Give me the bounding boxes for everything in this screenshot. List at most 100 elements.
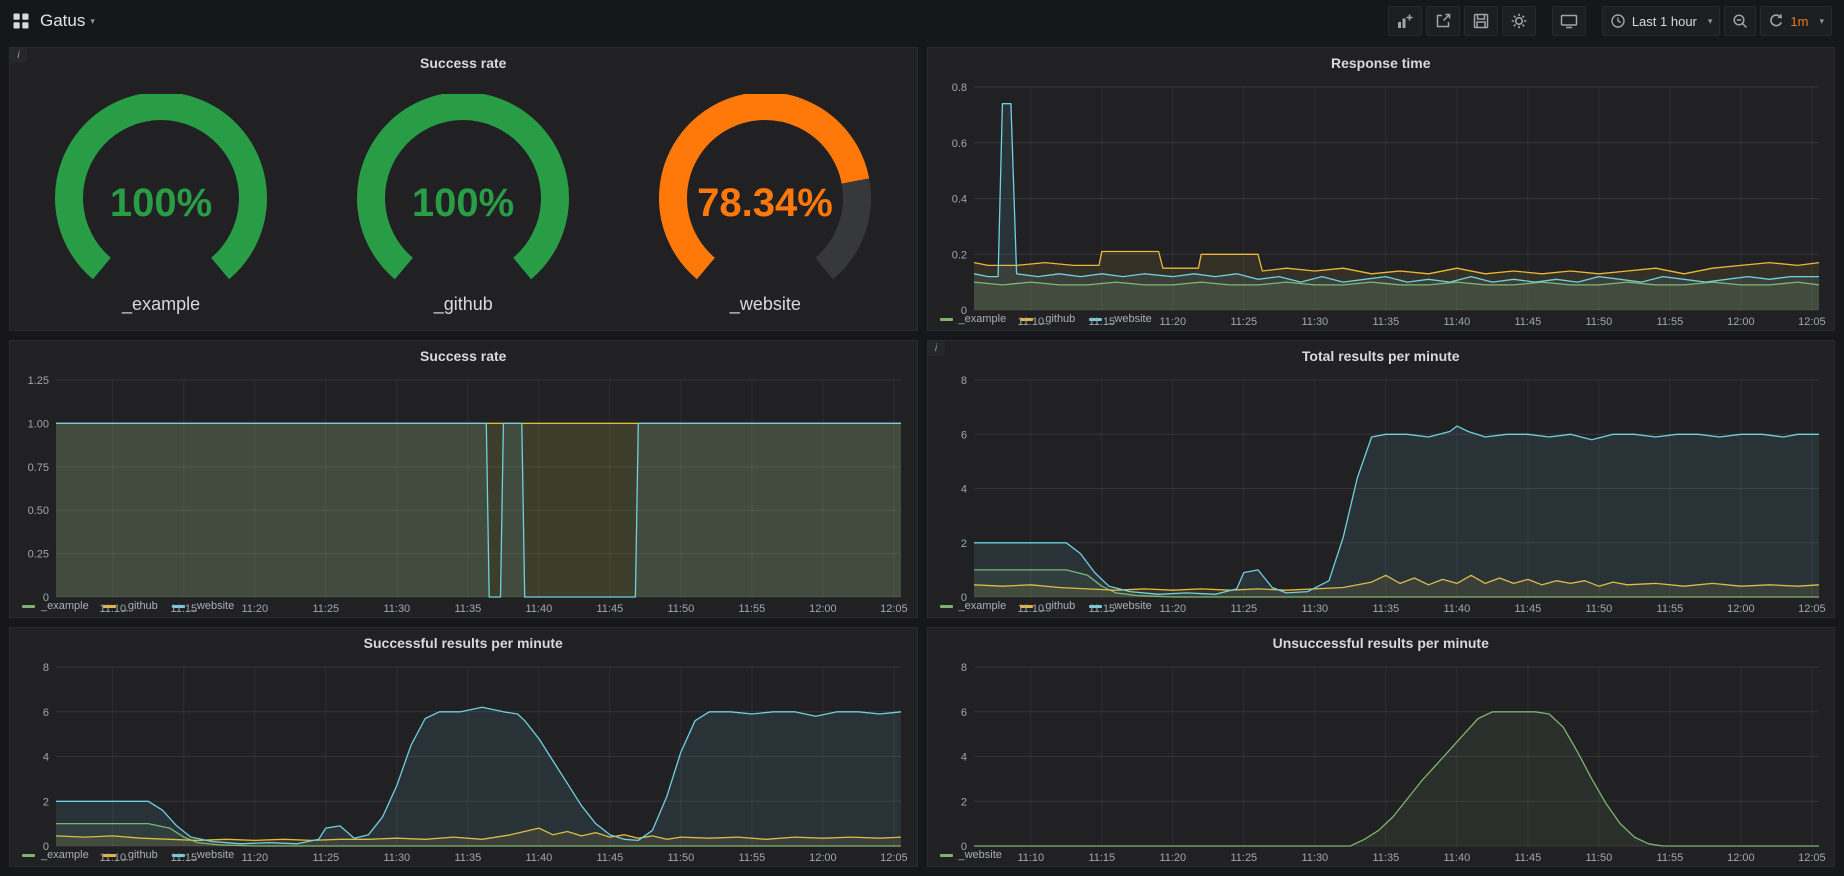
gauge-arc: 100%: [323, 94, 603, 292]
chevron-down-icon[interactable]: ▾: [90, 16, 95, 27]
panel-title[interactable]: Successful results per minute: [10, 628, 917, 658]
gauge-label: _website: [730, 294, 801, 315]
svg-text:11:55: 11:55: [1656, 603, 1683, 615]
svg-text:11:45: 11:45: [1514, 316, 1541, 328]
svg-text:0: 0: [960, 841, 966, 853]
svg-text:78.34%: 78.34%: [698, 181, 834, 225]
svg-text:11:40: 11:40: [525, 852, 552, 864]
svg-text:11:50: 11:50: [668, 852, 695, 864]
gauge-arc: 78.34%: [625, 94, 905, 292]
zoom-out-button[interactable]: [1724, 6, 1756, 36]
svg-text:100%: 100%: [412, 181, 514, 225]
svg-text:2: 2: [960, 796, 966, 808]
cycle-view-button[interactable]: [1552, 6, 1586, 36]
chart-panel-body: 0246811:1011:1511:2011:2511:3011:3511:40…: [10, 658, 917, 844]
svg-text:11:25: 11:25: [1230, 316, 1257, 328]
svg-text:11:20: 11:20: [1159, 316, 1186, 328]
svg-text:11:15: 11:15: [1088, 316, 1115, 328]
svg-text:11:45: 11:45: [1514, 603, 1541, 615]
chart-canvas[interactable]: 0246811:1011:1511:2011:2511:3011:3511:40…: [928, 371, 1835, 617]
time-range-picker[interactable]: Last 1 hour ▾: [1602, 6, 1721, 36]
svg-text:11:35: 11:35: [1372, 852, 1399, 864]
dashboard-grid: i Success rate 100%_example100%_github78…: [0, 42, 1844, 876]
dashboard-title[interactable]: Gatus: [40, 11, 85, 31]
panel-title[interactable]: Unsuccessful results per minute: [928, 628, 1835, 658]
chart-canvas[interactable]: 00.250.500.751.001.2511:1011:1511:2011:2…: [10, 371, 917, 617]
save-button[interactable]: [1464, 6, 1498, 36]
svg-text:0.2: 0.2: [951, 249, 966, 261]
apps-grid-icon[interactable]: [12, 12, 30, 30]
tv-icon: [1560, 12, 1578, 30]
svg-text:4: 4: [43, 752, 49, 764]
chart-canvas[interactable]: 0246811:1011:1511:2011:2511:3011:3511:40…: [928, 658, 1835, 866]
series-fill-_website: [974, 426, 1819, 597]
gauge-panel-body: 100%_example100%_github78.34%_website: [10, 78, 917, 330]
svg-text:11:40: 11:40: [1443, 852, 1470, 864]
svg-text:6: 6: [43, 707, 49, 719]
svg-text:11:30: 11:30: [383, 852, 410, 864]
gauge-row: 100%_example100%_github78.34%_website: [10, 78, 917, 330]
chart-panel-body: 00.250.500.751.001.2511:1011:1511:2011:2…: [10, 371, 917, 595]
svg-text:11:35: 11:35: [454, 603, 481, 615]
panel-title[interactable]: Success rate: [10, 48, 917, 78]
svg-text:11:15: 11:15: [170, 603, 197, 615]
share-button[interactable]: [1426, 6, 1460, 36]
svg-text:11:20: 11:20: [241, 603, 268, 615]
svg-text:11:40: 11:40: [525, 603, 552, 615]
panel-unsuccessful-results-per-minute: Unsuccessful results per minute 0246811:…: [927, 627, 1836, 867]
svg-text:100%: 100%: [110, 181, 212, 225]
svg-text:12:05: 12:05: [1798, 316, 1826, 328]
add-panel-button[interactable]: [1388, 6, 1422, 36]
svg-text:12:05: 12:05: [1798, 852, 1826, 864]
svg-text:11:25: 11:25: [1230, 852, 1257, 864]
navbar-left: Gatus ▾: [12, 11, 95, 31]
svg-text:11:10: 11:10: [1017, 603, 1044, 615]
share-icon: [1434, 12, 1452, 30]
gauge-arc: 100%: [21, 94, 301, 292]
svg-text:0.75: 0.75: [28, 462, 49, 474]
chart-canvas[interactable]: 00.20.40.60.811:1011:1511:2011:2511:3011…: [928, 78, 1835, 330]
svg-text:11:35: 11:35: [1372, 603, 1399, 615]
gauge-_example: 100%_example: [21, 94, 301, 315]
navbar: Gatus ▾: [0, 0, 1844, 42]
chart-canvas[interactable]: 0246811:1011:1511:2011:2511:3011:3511:40…: [10, 658, 917, 866]
svg-text:12:05: 12:05: [880, 603, 908, 615]
svg-text:0: 0: [43, 592, 49, 604]
svg-text:11:55: 11:55: [1656, 852, 1683, 864]
svg-text:11:10: 11:10: [99, 603, 126, 615]
svg-text:11:30: 11:30: [1301, 316, 1328, 328]
refresh-interval-label: 1m: [1790, 14, 1808, 29]
svg-text:11:30: 11:30: [1301, 852, 1328, 864]
svg-text:11:30: 11:30: [1301, 603, 1328, 615]
svg-text:11:10: 11:10: [99, 852, 126, 864]
panel-title[interactable]: Total results per minute: [928, 341, 1835, 371]
svg-text:12:00: 12:00: [809, 852, 837, 864]
settings-button[interactable]: [1502, 6, 1536, 36]
svg-text:0: 0: [960, 305, 966, 317]
panel-info-icon[interactable]: i: [10, 48, 27, 63]
svg-text:8: 8: [960, 375, 966, 387]
svg-text:11:10: 11:10: [1017, 852, 1044, 864]
svg-text:11:50: 11:50: [1585, 316, 1612, 328]
svg-text:11:15: 11:15: [170, 852, 197, 864]
svg-text:11:20: 11:20: [1159, 852, 1186, 864]
svg-text:11:15: 11:15: [1088, 603, 1115, 615]
svg-text:0.8: 0.8: [951, 82, 966, 94]
panel-info-icon[interactable]: i: [928, 341, 945, 356]
svg-text:11:20: 11:20: [241, 852, 268, 864]
svg-text:11:20: 11:20: [1159, 603, 1186, 615]
svg-text:12:00: 12:00: [1727, 852, 1755, 864]
series-fill-_website: [56, 707, 901, 846]
svg-text:11:50: 11:50: [668, 603, 695, 615]
svg-text:12:00: 12:00: [1727, 316, 1755, 328]
panel-title[interactable]: Response time: [928, 48, 1835, 78]
gauge-_website: 78.34% _website: [625, 94, 905, 315]
svg-text:11:50: 11:50: [1585, 603, 1612, 615]
save-icon: [1472, 12, 1490, 30]
panel-title[interactable]: Success rate: [10, 341, 917, 371]
series-fill-_website: [974, 712, 1819, 846]
svg-text:1.00: 1.00: [28, 418, 49, 430]
svg-text:0.50: 0.50: [28, 505, 49, 517]
panel-total-results-per-minute: i Total results per minute 0246811:1011:…: [927, 340, 1836, 618]
refresh-interval-picker[interactable]: 1m ▾: [1760, 6, 1832, 36]
